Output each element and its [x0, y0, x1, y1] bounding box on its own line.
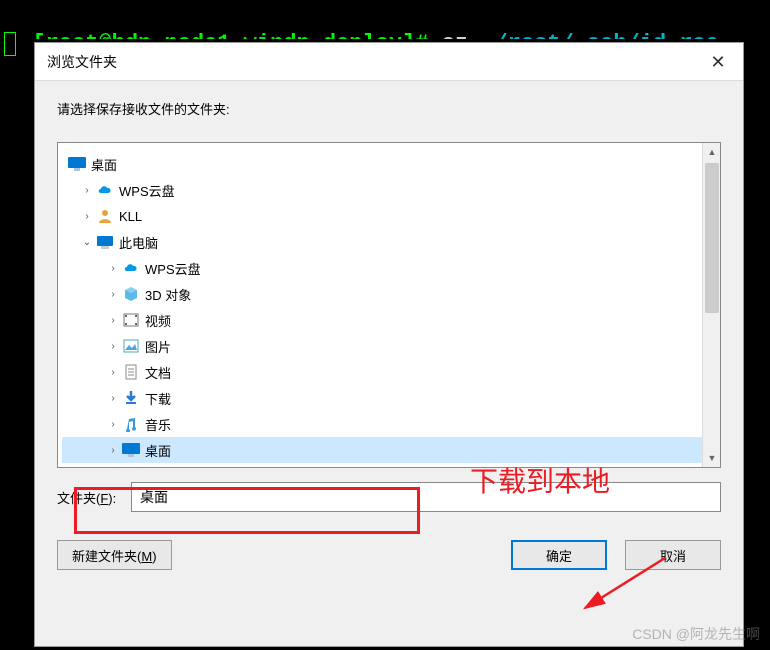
- cube-icon: [122, 285, 140, 303]
- tree-label: WPS云盘: [145, 259, 201, 278]
- chevron-right-icon[interactable]: ›: [106, 443, 120, 457]
- titlebar: 浏览文件夹 ✕: [35, 43, 743, 81]
- chevron-right-icon[interactable]: ›: [106, 261, 120, 275]
- document-icon: [122, 363, 140, 381]
- tree-root-desktop[interactable]: 桌面: [62, 151, 720, 177]
- download-icon: [122, 389, 140, 407]
- folder-field-label: 文件夹(F):: [57, 488, 131, 507]
- music-icon: [122, 415, 140, 433]
- new-folder-button[interactable]: 新建文件夹(M): [57, 540, 172, 570]
- button-row: 新建文件夹(M) 确定 取消: [57, 540, 721, 570]
- disk-icon: [122, 467, 140, 468]
- user-icon: [96, 207, 114, 225]
- desktop-icon: [68, 155, 86, 173]
- cloud-icon: [122, 259, 140, 277]
- tree-label: 视频: [145, 311, 171, 330]
- tree-label: 3D 对象: [145, 285, 191, 304]
- chevron-down-icon[interactable]: ⌄: [80, 235, 94, 249]
- cancel-button[interactable]: 取消: [625, 540, 721, 570]
- tree-label: 此电脑: [119, 233, 158, 252]
- tree-item-documents[interactable]: › 文档: [62, 359, 720, 385]
- tree-item-desktop-selected[interactable]: › 桌面: [62, 437, 720, 463]
- scrollbar-vertical[interactable]: ▲ ▼: [702, 143, 720, 467]
- cloud-icon: [96, 181, 114, 199]
- tree-item-music[interactable]: › 音乐: [62, 411, 720, 437]
- tree-item-wps-cloud-2[interactable]: › WPS云盘: [62, 255, 720, 281]
- chevron-right-icon[interactable]: ›: [80, 183, 94, 197]
- browse-folder-dialog: 浏览文件夹 ✕ 请选择保存接收文件的文件夹: 桌面 ›: [34, 42, 744, 647]
- close-icon: ✕: [710, 52, 725, 73]
- tree-label: 下载: [145, 389, 171, 408]
- picture-icon: [122, 337, 140, 355]
- chevron-right-icon[interactable]: ›: [106, 339, 120, 353]
- folder-name-input[interactable]: [131, 482, 721, 512]
- tree-item-downloads[interactable]: › 下载: [62, 385, 720, 411]
- tree-label: 音乐: [145, 415, 171, 434]
- tree-item-3d-objects[interactable]: › 3D 对象: [62, 281, 720, 307]
- chevron-right-icon[interactable]: ›: [106, 365, 120, 379]
- tree-label: 桌面: [145, 441, 171, 460]
- scroll-up-icon[interactable]: ▲: [703, 143, 721, 161]
- terminal-cursor: [4, 32, 16, 56]
- ok-button[interactable]: 确定: [511, 540, 607, 570]
- tree-label: 桌面: [91, 155, 117, 174]
- chevron-right-icon[interactable]: ›: [106, 391, 120, 405]
- dialog-title: 浏览文件夹: [47, 52, 117, 72]
- tree-item-kll[interactable]: › KLL: [62, 203, 720, 229]
- tree-label: 图片: [145, 337, 171, 356]
- video-icon: [122, 311, 140, 329]
- scroll-down-icon[interactable]: ▼: [703, 449, 721, 467]
- chevron-right-icon[interactable]: ›: [106, 313, 120, 327]
- dialog-content: 请选择保存接收文件的文件夹: 桌面 › WPS云盘: [35, 81, 743, 580]
- watermark: CSDN @阿龙先生啊: [632, 624, 760, 644]
- desktop-icon: [122, 441, 140, 459]
- tree-item-pictures[interactable]: › 图片: [62, 333, 720, 359]
- tree-item-this-pc[interactable]: ⌄ 此电脑: [62, 229, 720, 255]
- chevron-right-icon[interactable]: ›: [80, 209, 94, 223]
- chevron-right-icon[interactable]: ›: [106, 417, 120, 431]
- tree-item-videos[interactable]: › 视频: [62, 307, 720, 333]
- tree-item-wps-cloud[interactable]: › WPS云盘: [62, 177, 720, 203]
- tree-label: 系统 (C:): [145, 467, 196, 469]
- folder-input-row: 文件夹(F):: [57, 482, 721, 512]
- scrollbar-thumb[interactable]: [705, 163, 719, 313]
- pc-icon: [96, 233, 114, 251]
- chevron-right-icon[interactable]: ›: [106, 287, 120, 301]
- tree-label: KLL: [119, 209, 142, 224]
- close-button[interactable]: ✕: [693, 43, 743, 81]
- tree-label: 文档: [145, 363, 171, 382]
- instruction-text: 请选择保存接收文件的文件夹:: [57, 99, 721, 118]
- folder-tree[interactable]: 桌面 › WPS云盘 › KLL: [57, 142, 721, 468]
- tree-item-system-c[interactable]: › 系统 (C:): [62, 463, 720, 468]
- tree-label: WPS云盘: [119, 181, 175, 200]
